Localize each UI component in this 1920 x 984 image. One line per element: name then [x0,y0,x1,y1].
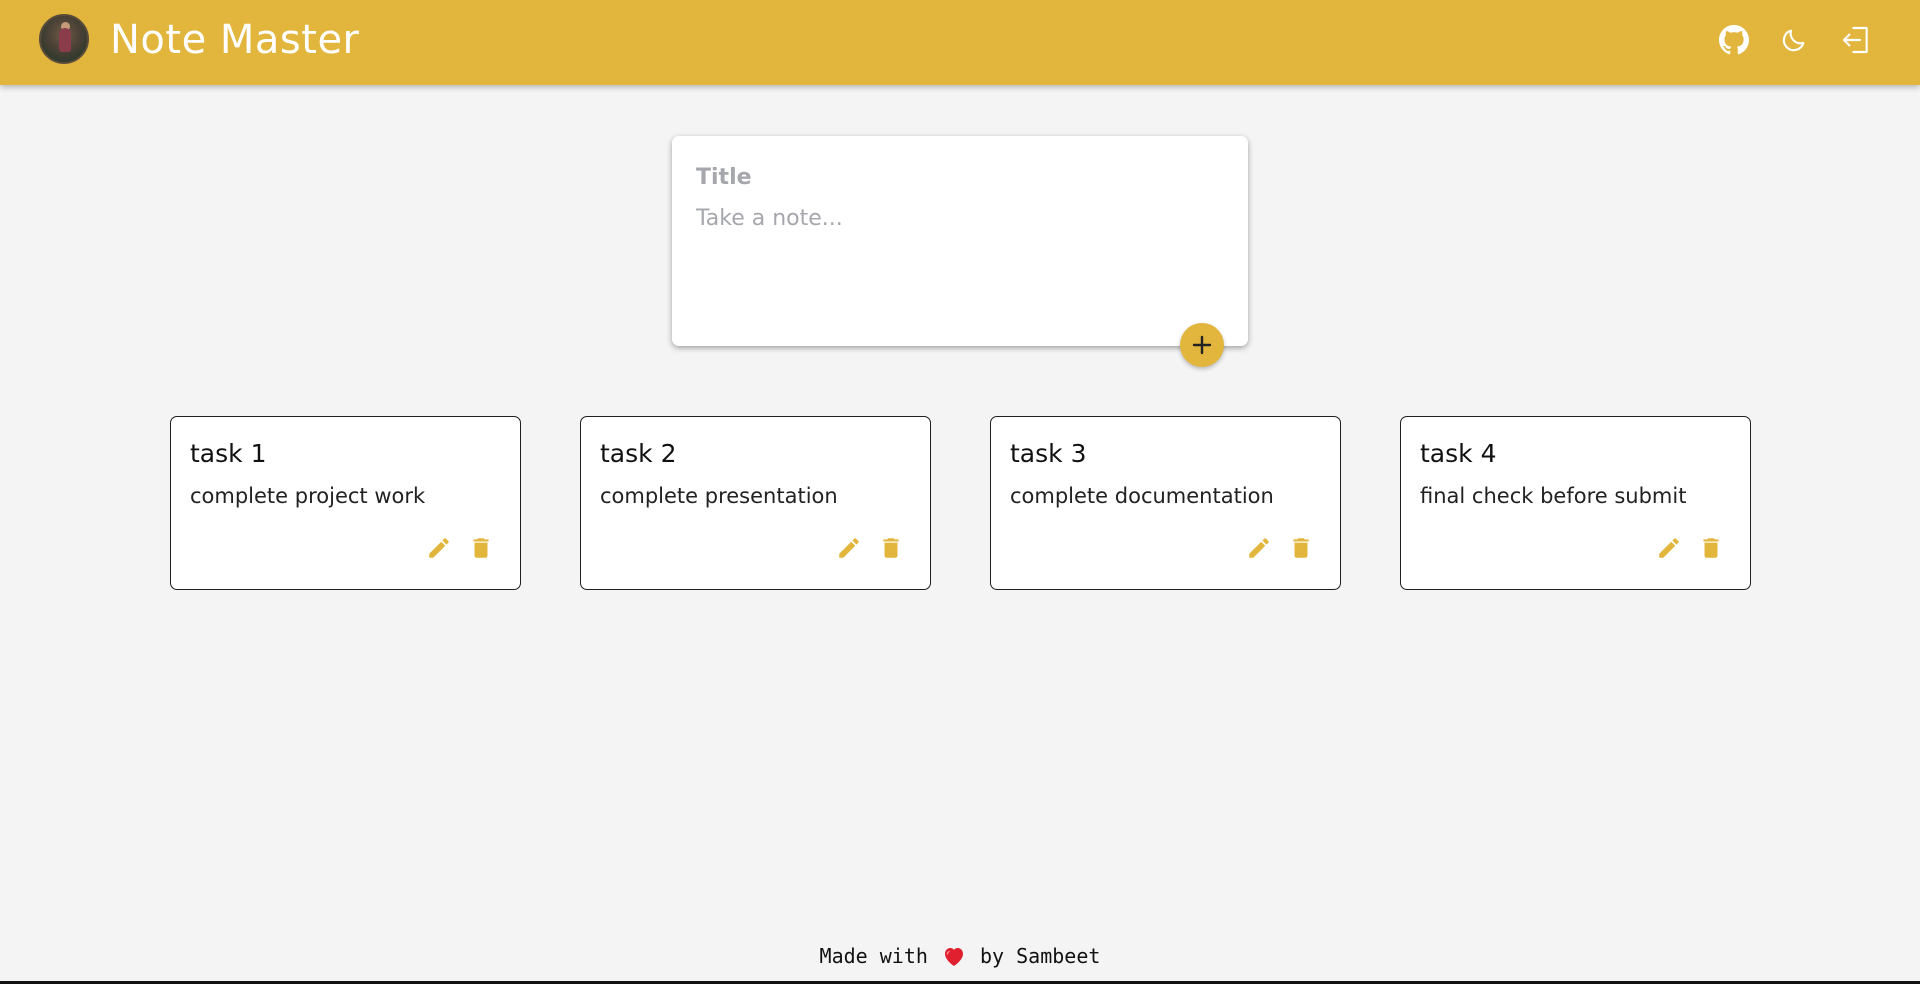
note-title: task 2 [600,439,677,468]
note-title: task 4 [1420,439,1497,468]
note-card: task 4 final check before submit [1400,416,1751,590]
title-input[interactable] [696,160,1216,194]
plus-icon [1192,335,1212,355]
heart-icon [942,945,966,972]
footer: Made with by Sambeet [0,944,1920,972]
note-card: task 2 complete presentation [580,416,931,590]
note-content: complete documentation [1010,484,1274,508]
note-title: task 1 [190,439,267,468]
note-composer [672,136,1248,346]
note-content: final check before submit [1420,484,1687,508]
avatar[interactable] [39,14,89,64]
pencil-icon[interactable] [836,535,862,561]
note-content: complete project work [190,484,426,508]
note-content: complete presentation [600,484,838,508]
note-card: task 3 complete documentation [990,416,1341,590]
page: Note Master task 1 co [0,0,1920,984]
note-actions [426,535,494,561]
footer-prefix: Made with [819,944,928,968]
note-actions [1656,535,1724,561]
moon-icon[interactable] [1776,22,1812,58]
add-note-button[interactable] [1180,323,1224,367]
pencil-icon[interactable] [426,535,452,561]
logout-icon[interactable] [1838,22,1874,58]
trash-icon[interactable] [1288,535,1314,561]
trash-icon[interactable] [878,535,904,561]
github-icon[interactable] [1716,22,1752,58]
note-card: task 1 complete project work [170,416,521,590]
avatar-figure [59,28,71,52]
trash-icon[interactable] [1698,535,1724,561]
trash-icon[interactable] [468,535,494,561]
note-actions [836,535,904,561]
pencil-icon[interactable] [1246,535,1272,561]
note-title: task 3 [1010,439,1087,468]
app-title: Note Master [110,17,360,63]
pencil-icon[interactable] [1656,535,1682,561]
note-textarea[interactable] [696,206,1216,316]
note-actions [1246,535,1314,561]
footer-suffix: by Sambeet [980,944,1101,968]
app-header: Note Master [0,0,1920,85]
